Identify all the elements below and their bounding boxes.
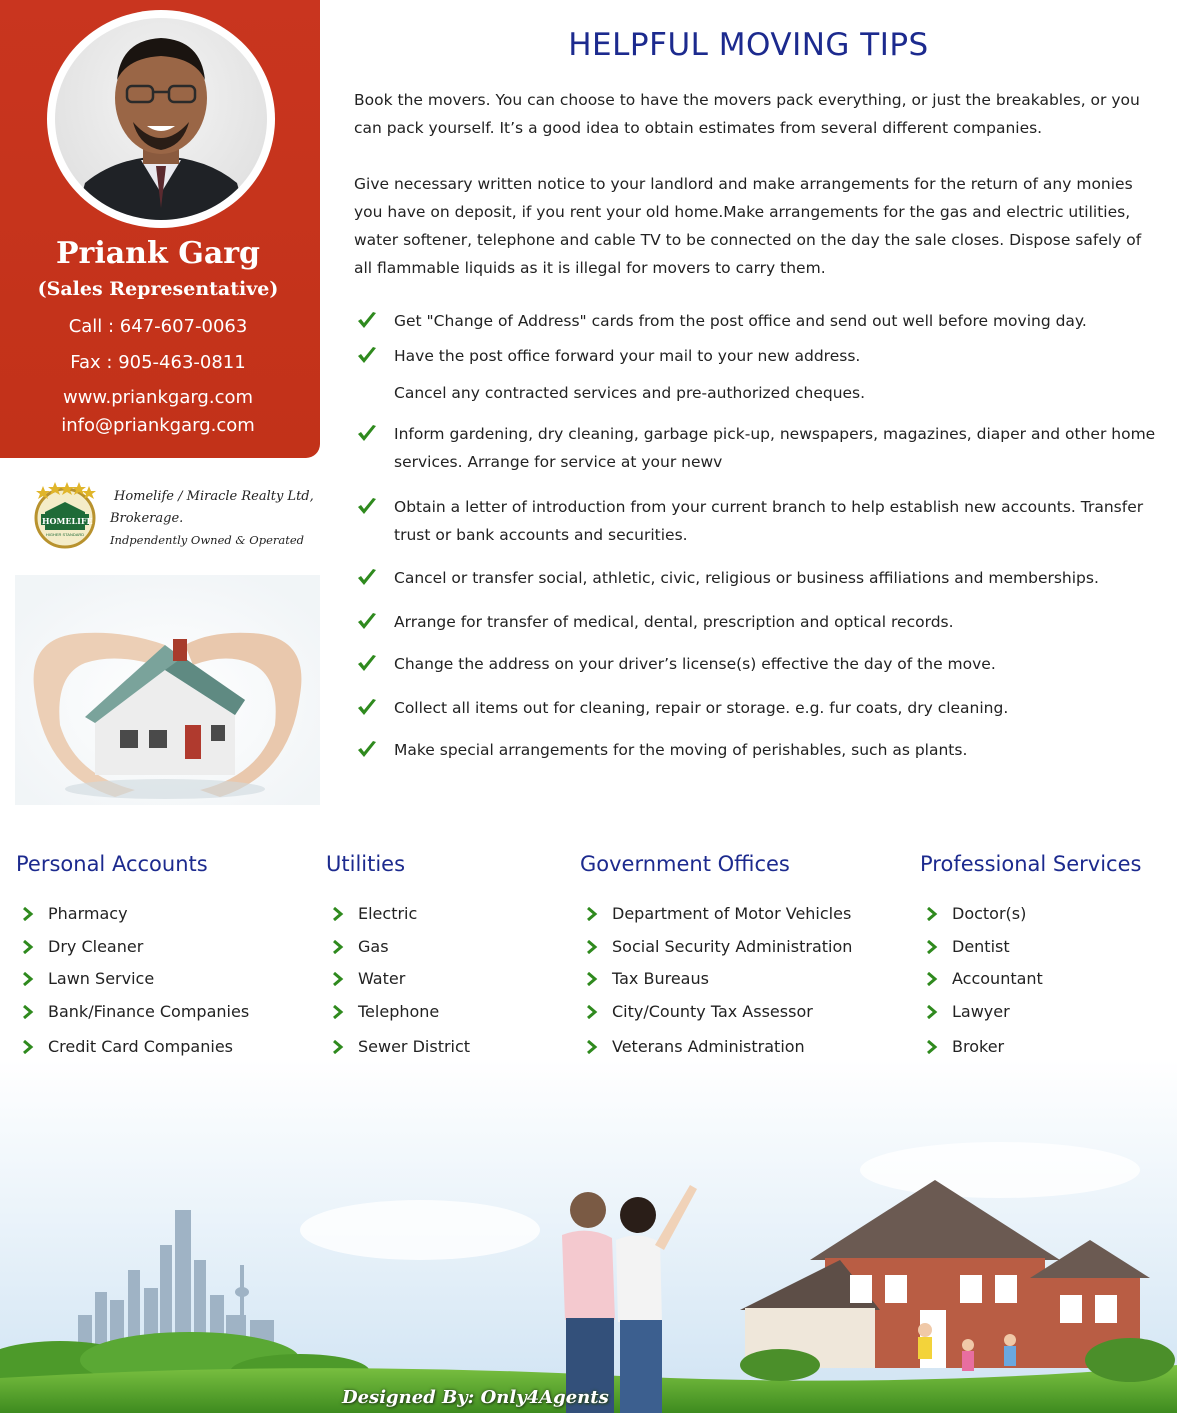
tip-text: Arrange for transfer of medical, dental,… xyxy=(394,613,954,631)
tip-text: Get "Change of Address" cards from the p… xyxy=(394,312,1087,330)
tips-paragraph-1: Book the movers. You can choose to have … xyxy=(354,91,1140,137)
agent-photo xyxy=(55,18,267,220)
agent-phone[interactable]: Call : 647-607-0063 xyxy=(0,316,316,337)
chevron-right-icon xyxy=(587,907,598,921)
check-icon xyxy=(358,347,376,363)
category-item-label: Pharmacy xyxy=(48,904,128,923)
agent-website-link[interactable]: www.priankgarg.com xyxy=(0,387,316,408)
chevron-right-icon xyxy=(927,907,938,921)
chevron-right-icon xyxy=(333,1005,344,1019)
check-icon xyxy=(358,498,376,514)
category-item-label: Broker xyxy=(952,1037,1005,1056)
check-icon xyxy=(358,425,376,441)
agent-email-link[interactable]: info@priankgarg.com xyxy=(0,415,316,436)
check-icon xyxy=(358,569,376,585)
homelife-logo-text: HOMELIFE xyxy=(42,516,93,526)
chevron-right-icon xyxy=(587,972,598,986)
tips-paragraph-2: Give necessary written notice to your la… xyxy=(354,175,1142,277)
category-item-label: Social Security Administration xyxy=(612,937,853,956)
category-heading: Utilities xyxy=(326,852,406,876)
chevron-right-icon xyxy=(587,1005,598,1019)
chevron-right-icon xyxy=(927,1005,938,1019)
homelife-logo-sub: HIGHER STANDARD xyxy=(45,532,85,537)
chevron-right-icon xyxy=(23,972,34,986)
chevron-right-icon xyxy=(587,940,598,954)
tip-text: Collect all items out for cleaning, repa… xyxy=(394,699,1009,717)
category-item-label: Accountant xyxy=(952,969,1043,988)
tip-text: Cancel or transfer social, athletic, civ… xyxy=(394,569,1099,587)
check-icon xyxy=(358,655,376,671)
check-icon xyxy=(358,613,376,629)
category-item-label: Gas xyxy=(358,937,389,956)
chevron-right-icon xyxy=(333,940,344,954)
check-icon xyxy=(358,741,376,757)
chevron-right-icon xyxy=(333,972,344,986)
tip-text: Make special arrangements for the moving… xyxy=(394,741,968,759)
chevron-right-icon xyxy=(23,907,34,921)
tip-text: Have the post office forward your mail t… xyxy=(394,347,861,365)
category-item-label: Water xyxy=(358,969,406,988)
tip-text: Inform gardening, dry cleaning, garbage … xyxy=(394,425,1156,471)
category-item-label: Electric xyxy=(358,904,418,923)
category-item-label: Tax Bureaus xyxy=(612,969,709,988)
category-item-label: Credit Card Companies xyxy=(48,1037,233,1056)
chevron-right-icon xyxy=(587,1040,598,1054)
agent-photo-frame xyxy=(47,10,275,228)
chevron-right-icon xyxy=(23,940,34,954)
agent-fax: Fax : 905-463-0811 xyxy=(70,352,246,373)
category-item-label: Bank/Finance Companies xyxy=(48,1002,250,1021)
category-heading: Personal Accounts xyxy=(16,852,208,876)
category-item-label: Telephone xyxy=(358,1002,440,1021)
category-item-label: Lawn Service xyxy=(48,969,155,988)
chevron-right-icon xyxy=(927,972,938,986)
chevron-right-icon xyxy=(927,1040,938,1054)
tip-text: Cancel any contracted services and pre-a… xyxy=(394,384,866,402)
brokerage-line3: Indpendently Owned & Operated xyxy=(110,533,305,547)
chevron-right-icon xyxy=(927,940,938,954)
category-item-label: Department of Motor Vehicles xyxy=(612,904,852,923)
category-heading: Professional Services xyxy=(920,852,1142,876)
category-item-label: Dentist xyxy=(952,937,1010,956)
category-item-label: City/County Tax Assessor xyxy=(612,1002,813,1021)
brokerage-line2: Brokerage. xyxy=(110,511,184,526)
category-heading: Government Offices xyxy=(580,852,790,876)
category-item-label: Doctor(s) xyxy=(952,904,1027,923)
category-item-label: Sewer District xyxy=(358,1037,471,1056)
agent-role: (Sales Representative) xyxy=(37,278,279,300)
homelife-logo: HOMELIFE HIGHER STANDARD xyxy=(33,478,97,550)
brokerage-info: Homelife / Miracle Realty Ltd, Brokerage… xyxy=(110,486,325,550)
chevron-right-icon xyxy=(333,1040,344,1054)
chevron-right-icon xyxy=(23,1005,34,1019)
house-in-hands-image xyxy=(15,575,320,805)
tip-text: Obtain a letter of introduction from you… xyxy=(394,498,1144,544)
category-item-label: Veterans Administration xyxy=(612,1037,805,1056)
designer-credit: Designed By: Only4Agents xyxy=(342,1387,609,1408)
tip-text: Change the address on your driver’s lice… xyxy=(394,655,996,673)
category-item-label: Lawyer xyxy=(952,1002,1010,1021)
chevron-right-icon xyxy=(23,1040,34,1054)
category-item-label: Dry Cleaner xyxy=(48,937,144,956)
check-icon xyxy=(358,312,376,328)
agent-panel: Priank Garg (Sales Representative) Call … xyxy=(0,0,320,458)
agent-name: Priank Garg xyxy=(55,236,261,271)
chevron-right-icon xyxy=(333,907,344,921)
tips-title: HELPFUL MOVING TIPS xyxy=(568,27,929,63)
brokerage-line1: Homelife / Miracle Realty Ltd, xyxy=(114,489,314,504)
family-new-home-scene xyxy=(0,1060,1177,1413)
check-icon xyxy=(358,699,376,715)
